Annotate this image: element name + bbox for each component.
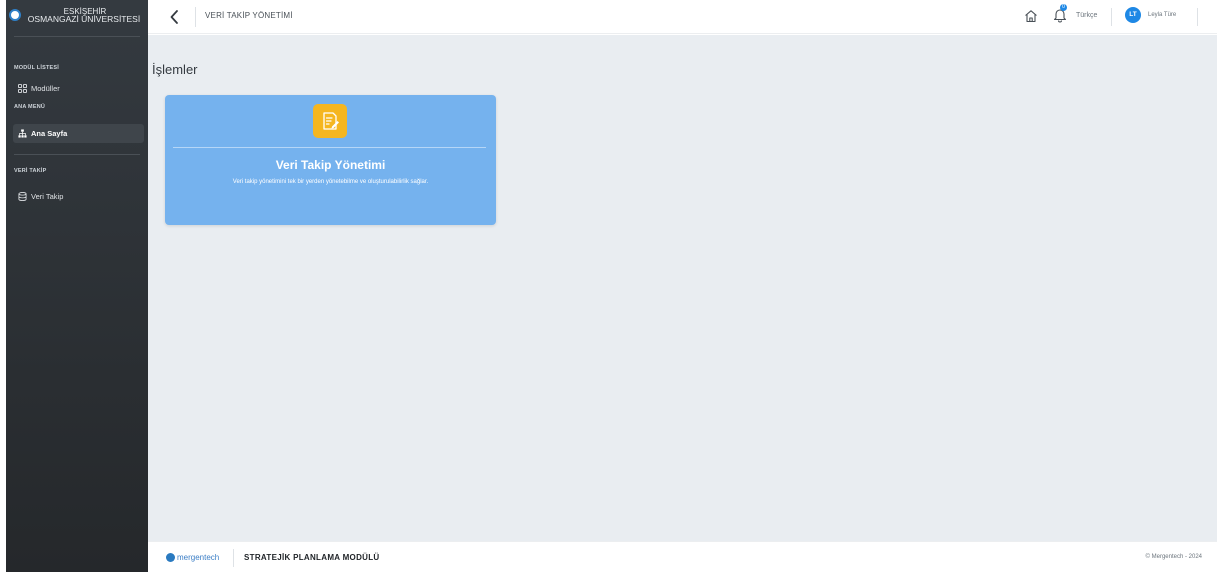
veri-takip-yonetimi-card[interactable]: Veri Takip Yönetimi Veri takip yönetimin… bbox=[165, 95, 496, 225]
topbar-divider bbox=[1197, 8, 1198, 26]
sidebar-item-label: Modüller bbox=[31, 84, 60, 93]
footer: mergentech STRATEJİK PLANLAMA MODÜLÜ © M… bbox=[148, 541, 1217, 572]
card-divider bbox=[173, 147, 486, 148]
footer-brand[interactable]: mergentech bbox=[177, 553, 219, 562]
sidebar: ESKİŞEHİR OSMANGAZİ ÜNİVERSİTESİ MODÜL L… bbox=[6, 0, 148, 572]
back-button[interactable] bbox=[168, 9, 182, 25]
chevron-left-icon bbox=[170, 10, 178, 24]
mergentech-logo-icon bbox=[166, 553, 175, 562]
sitemap-icon bbox=[18, 129, 27, 138]
page-title: VERİ TAKİP YÖNETİMİ bbox=[205, 11, 293, 20]
home-icon bbox=[1025, 10, 1037, 23]
user-name[interactable]: Leyla Türe bbox=[1148, 12, 1176, 18]
footer-module-name: STRATEJİK PLANLAMA MODÜLÜ bbox=[244, 553, 380, 562]
topbar-divider bbox=[1111, 8, 1112, 26]
brand-divider bbox=[14, 36, 140, 37]
topbar-divider bbox=[195, 7, 196, 27]
sidebar-section-title-main-menu: ANA MENÜ bbox=[14, 104, 46, 110]
database-icon bbox=[18, 192, 27, 201]
notification-badge: 0 bbox=[1060, 4, 1067, 11]
card-title: Veri Takip Yönetimi bbox=[275, 158, 386, 172]
card-description: Veri takip yönetimini tek bir yerden yön… bbox=[232, 179, 429, 185]
sidebar-item-veri-takip[interactable]: Veri Takip bbox=[13, 187, 144, 206]
home-button[interactable] bbox=[1024, 9, 1038, 23]
language-selector[interactable]: Türkçe bbox=[1076, 12, 1097, 19]
sidebar-item-label: Veri Takip bbox=[31, 192, 64, 201]
footer-divider bbox=[233, 549, 234, 567]
sidebar-item-label: Ana Sayfa bbox=[31, 129, 68, 138]
sidebar-section-title-data-tracking: VERİ TAKİP bbox=[14, 168, 47, 174]
avatar[interactable]: LT bbox=[1125, 7, 1141, 23]
grid-icon bbox=[18, 84, 27, 93]
sidebar-item-ana-sayfa[interactable]: Ana Sayfa bbox=[13, 124, 144, 143]
main-content: İşlemler Veri Takip Yönetimi Veri takip … bbox=[148, 35, 1217, 541]
university-brand[interactable]: ESKİŞEHİR OSMANGAZİ ÜNİVERSİTESİ bbox=[6, 0, 148, 36]
sidebar-item-moduller[interactable]: Modüller bbox=[13, 79, 144, 98]
top-bar: VERİ TAKİP YÖNETİMİ 0 Türkçe LT Leyla Tü… bbox=[148, 0, 1217, 34]
document-edit-icon bbox=[313, 104, 347, 138]
brand-line-2: OSMANGAZİ ÜNİVERSİTESİ bbox=[27, 14, 141, 24]
sidebar-section-title-modules: MODÜL LİSTESİ bbox=[14, 65, 59, 71]
section-title: İşlemler bbox=[152, 62, 198, 77]
sidebar-divider bbox=[14, 154, 140, 155]
footer-copyright: © Mergentech - 2024 bbox=[1145, 554, 1202, 560]
